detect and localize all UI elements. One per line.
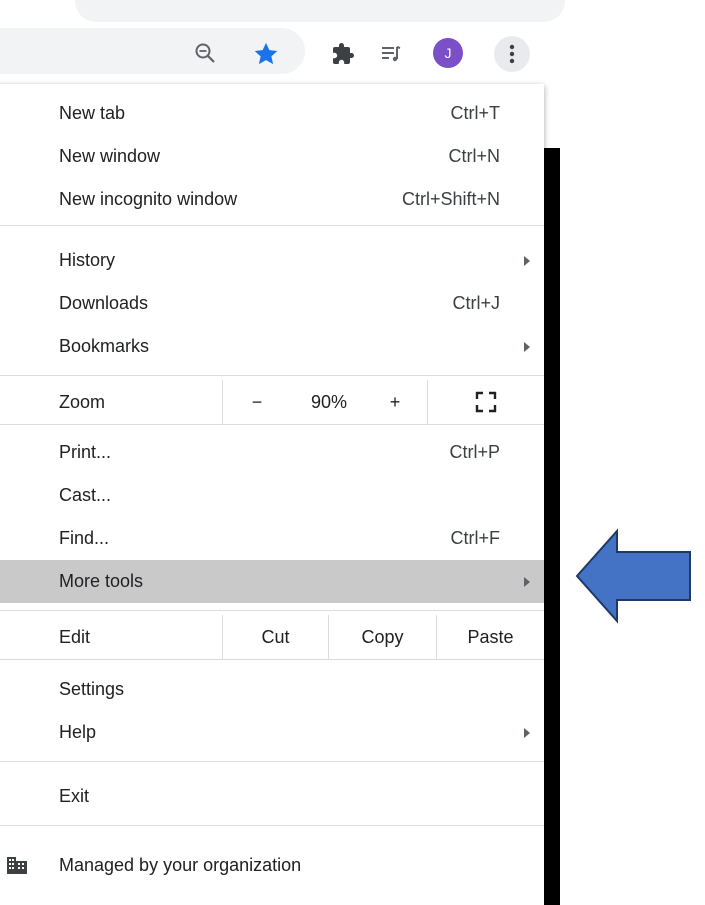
copy-button[interactable]: Copy	[329, 615, 436, 659]
menu-item-shortcut: Ctrl+N	[448, 146, 500, 166]
menu-item-help[interactable]: Help	[0, 711, 544, 754]
menu-separator	[0, 761, 544, 762]
zoom-divider	[222, 380, 223, 424]
submenu-arrow-icon	[524, 341, 530, 352]
menu-separator	[0, 225, 544, 226]
menu-item-label: New incognito window	[59, 189, 238, 209]
menu-item-shortcut: Ctrl+J	[452, 293, 500, 313]
paste-button[interactable]: Paste	[437, 615, 544, 659]
menu-item-label: Find...	[59, 528, 110, 548]
extensions-puzzle-icon[interactable]	[325, 36, 361, 72]
menu-item-new-window[interactable]: New window Ctrl+N	[0, 135, 544, 178]
menu-item-label: More tools	[59, 571, 144, 591]
menu-separator	[0, 424, 544, 425]
menu-item-label: New tab	[59, 103, 126, 123]
menu-item-exit[interactable]: Exit	[0, 775, 544, 818]
menu-item-label: Print...	[59, 442, 112, 462]
menu-item-history[interactable]: History	[0, 239, 544, 282]
menu-item-bookmarks[interactable]: Bookmarks	[0, 325, 544, 368]
menu-item-label: New window	[59, 146, 161, 166]
browser-toolbar: J	[0, 22, 560, 80]
menu-separator	[0, 610, 544, 611]
zoom-level-value: 90%	[310, 391, 348, 412]
menu-item-print[interactable]: Print... Ctrl+P	[0, 431, 544, 474]
submenu-arrow-icon	[524, 576, 530, 587]
page-content-behind	[544, 148, 560, 905]
menu-item-label: Settings	[59, 679, 125, 699]
menu-item-label: Help	[59, 722, 97, 742]
menu-item-shortcut: Ctrl+P	[449, 442, 500, 462]
edit-row: Edit Cut Copy Paste	[0, 615, 544, 659]
cut-button[interactable]: Cut	[223, 615, 328, 659]
menu-separator	[0, 375, 544, 376]
menu-item-new-incognito-window[interactable]: New incognito window Ctrl+Shift+N	[0, 178, 544, 221]
zoom-label: Zoom	[59, 391, 106, 412]
menu-item-shortcut: Ctrl+F	[450, 528, 501, 548]
profile-avatar[interactable]: J	[433, 38, 463, 68]
bookmark-star-icon[interactable]	[248, 36, 284, 72]
managed-by-organization[interactable]: Managed by your organization	[0, 844, 544, 887]
menu-item-label: Bookmarks	[59, 336, 150, 356]
edit-label: Edit	[59, 626, 91, 647]
left-arrow-annotation	[575, 528, 691, 624]
menu-item-downloads[interactable]: Downloads Ctrl+J	[0, 282, 544, 325]
menu-item-label: History	[59, 250, 116, 270]
menu-item-more-tools[interactable]: More tools	[0, 560, 544, 603]
chrome-main-menu: New tab Ctrl+T New window Ctrl+N New inc…	[0, 84, 544, 905]
fullscreen-button[interactable]	[428, 380, 544, 424]
menu-item-shortcut: Ctrl+T	[450, 103, 501, 123]
menu-item-shortcut: Ctrl+Shift+N	[401, 189, 500, 209]
menu-item-settings[interactable]: Settings	[0, 668, 544, 711]
zoom-out-button[interactable]: −	[237, 380, 277, 424]
menu-item-new-tab[interactable]: New tab Ctrl+T	[0, 92, 544, 135]
menu-separator	[0, 825, 544, 826]
menu-separator	[0, 659, 544, 660]
zoom-out-icon[interactable]	[188, 36, 222, 70]
menu-item-cast[interactable]: Cast...	[0, 474, 544, 517]
media-queue-icon[interactable]	[373, 36, 409, 72]
menu-kebab-icon[interactable]	[494, 36, 530, 72]
zoom-in-button[interactable]: +	[375, 380, 415, 424]
menu-item-label: Cast...	[59, 485, 112, 505]
fullscreen-icon	[475, 391, 497, 413]
menu-item-label: Downloads	[59, 293, 149, 313]
submenu-arrow-icon	[524, 255, 530, 266]
menu-item-label: Exit	[59, 786, 90, 806]
menu-item-label: Managed by your organization	[59, 855, 302, 875]
submenu-arrow-icon	[524, 727, 530, 738]
zoom-row: Zoom − 90% +	[0, 380, 544, 424]
menu-item-find[interactable]: Find... Ctrl+F	[0, 517, 544, 560]
omnibox-top-edge	[75, 0, 565, 22]
building-icon	[6, 855, 28, 880]
